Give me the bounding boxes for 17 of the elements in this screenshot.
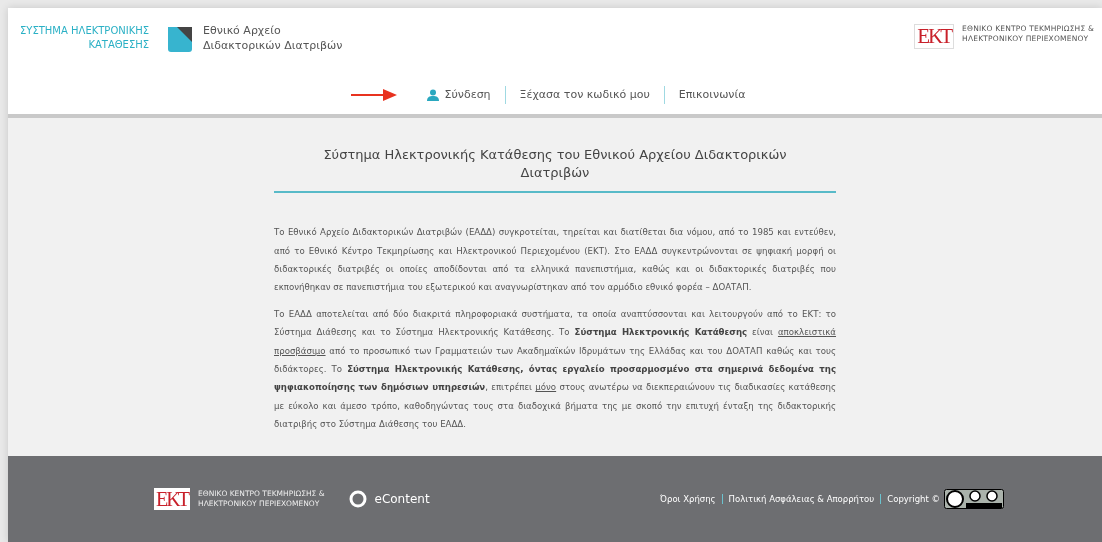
paragraph: Το ΕΑΔΔ αποτελείται από δύο διακριτά πληροφοριακά συστήματα, τα οποία αναπτύσσονται και λειτουργούν από το ΕΚΤ: το Σύστημα Διάθεσης και το Σύστημα Ηλεκτρονικής Κατάθεσης. Το Σύστημα Ηλεκτρονικής Κατάθεσης είναι αποκλειστικά προσβάσιμο από το προσωπικό των Γραμματειών των Ακαδημαϊκών Ιδρυμάτων της Ελλάδας και του ΔΟΑΤΑΠ καθώς και τους διδάκτορες. Το Σύστημα Ηλεκτρονικής Κατάθεσης, όντας εργαλείο προσαρμοσμένο στα σημερινά δεδομένα της ψηφιακοποίησης των δημόσιων υπηρεσιών, επιτρέπει μόνο στους ανωτέρω να διεκπεραιώνουν τις διαδικασίες κατάθεσης με εύκολο και άμεσο τρόπο, καθοδηγώντας τους στα διαδοχικά βήματα της με σκοπό την επιτυχή ένταξη της διδακτορικής διατριβής στο Σύστημα Διάθεσης του ΕΑΔΔ. [274,307,836,432]
nav-link[interactable]: Επικοινωνία [664,86,760,104]
archive-name: Εθνικό Αρχείο Διδακτορικών Διατριβών [203,24,343,54]
nav-link[interactable]: Σύνδεση [412,86,505,104]
license-badge-icon [944,489,1004,509]
nav-link[interactable]: Ξέχασα τον κωδικό μου [505,86,664,104]
ekt-logo-mark: ΕΚΤ [154,488,190,510]
ekt-logo-mark: ΕΚΤ [914,24,955,49]
footer-link[interactable]: Όροι Χρήσης [660,492,716,506]
footer-link[interactable]: Copyright © [887,492,940,506]
user-icon [426,89,439,101]
paragraph: Το Εθνικό Αρχείο Διδακτορικών Διατριβών (ΕΑΔΔ) συγκροτείται, τηρείται και διατίθεται δια νόμου, από το 1985 και εντεύθεν, από το Εθνικό Κέντρο Τεκμηρίωσης και Ηλεκτρονικού Περιεχομένου (ΕΚΤ). Στο ΕΑΔΔ συγκεντρώνονται σε ψηφιακή μορφή οι διδακτορικές διατριβές οι οποίες αποδίδονται από τα ελληνικά πανεπιστήμια, καθώς και οι διδακτορικές διατριβές που εκπονήθηκαν σε πανεπιστήμια του εξωτερικού και αναγνωρίστηκαν από τον αρμόδιο εθνικό φορέα – ΔΟΑΤΑΠ. [274,226,836,295]
econtent-name: eContent [374,491,430,508]
econtent-logo-icon [348,490,367,508]
footer-link[interactable]: Πολιτική Ασφάλειας & Απορρήτου [728,492,875,506]
system-name: ΣΥΣΤΗΜΑ ΗΛΕΚΤΡΟΝΙΚΗΣ ΚΑΤΑΘΕΣΗΣ [20,24,150,52]
page-title: Σύστημα Ηλεκτρονικής Κατάθεσης του Εθνικού Αρχείου Διδακτορικών Διατριβών [322,146,788,182]
